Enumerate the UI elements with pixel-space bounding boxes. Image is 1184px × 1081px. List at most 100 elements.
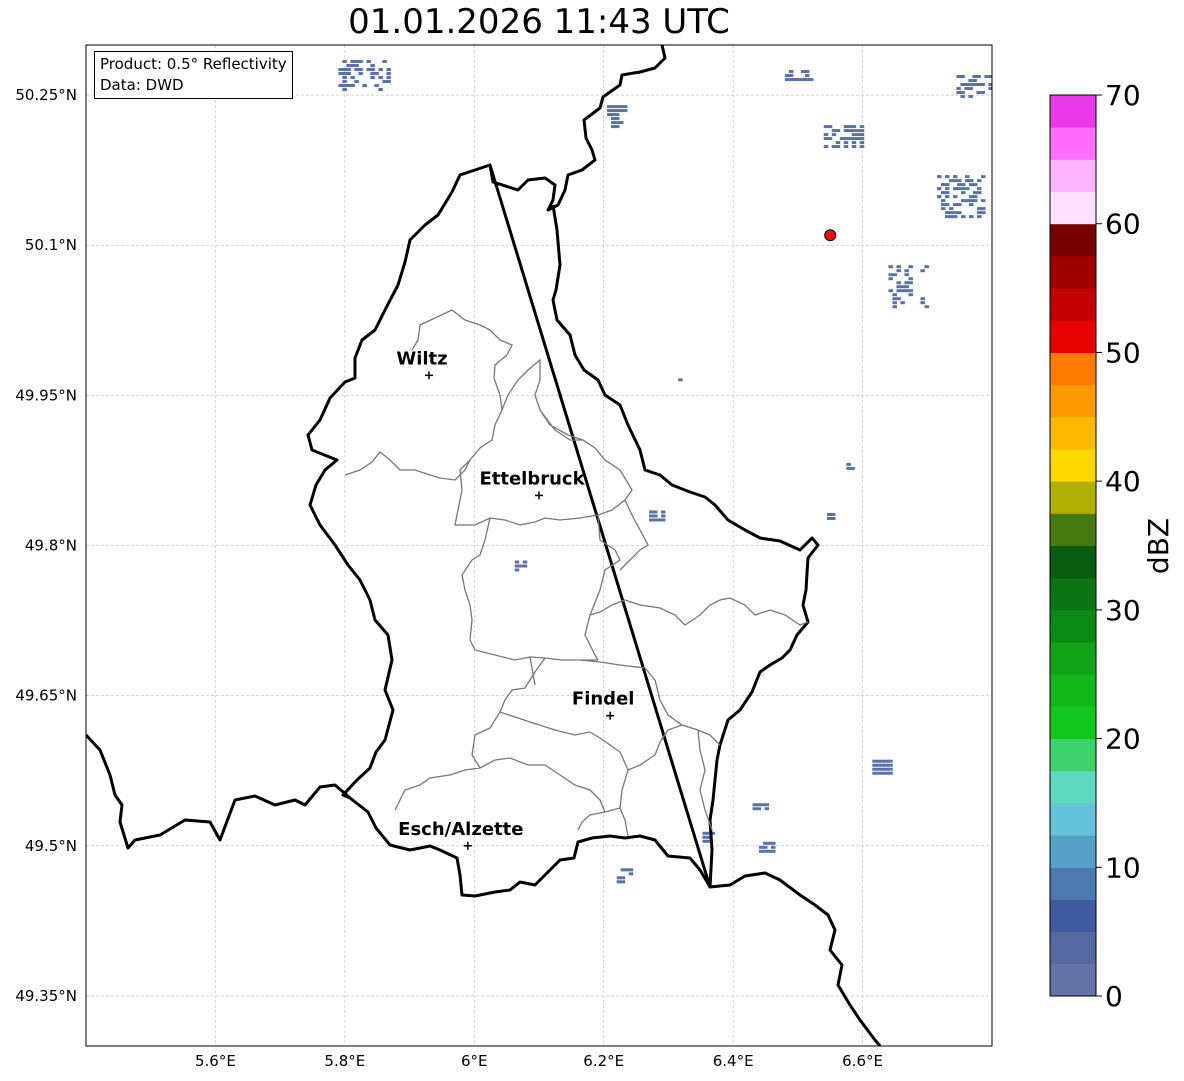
echo-pixel <box>847 125 853 129</box>
echo-pixel <box>924 305 929 309</box>
echo-pixel <box>823 133 829 137</box>
gridlines <box>86 45 992 1046</box>
echo-pixel <box>846 462 851 466</box>
echo-pixel <box>847 137 853 141</box>
echo-pixel <box>888 767 893 771</box>
colorbar-tick-label: 70 <box>1105 79 1141 112</box>
echo-pixel <box>800 70 806 74</box>
echo-pixel <box>936 187 942 191</box>
echo-pixel <box>338 84 343 88</box>
echo-pixel <box>370 64 375 68</box>
echo-pixel <box>880 763 885 767</box>
echo-pixel <box>342 60 347 64</box>
echo-pixel <box>386 68 391 72</box>
echo-pixel <box>968 215 974 219</box>
echo-pixel <box>843 137 849 141</box>
echo-pixel <box>920 269 925 273</box>
echo-pixel <box>752 807 758 811</box>
echo-pixel <box>960 95 965 99</box>
echo-pixel <box>972 199 978 203</box>
echo-pixel <box>624 868 630 872</box>
echo-pixel <box>956 75 961 79</box>
city-label: Esch/Alzette <box>398 819 523 840</box>
echo-pixel <box>920 297 925 301</box>
echo-pixel <box>952 179 958 183</box>
echo-pixel <box>859 141 865 145</box>
echo-pixel <box>968 95 973 99</box>
echo-pixel <box>960 187 966 191</box>
echo-pixel <box>904 269 909 273</box>
echo-pixel <box>831 133 837 137</box>
colorbar-segment <box>1050 577 1096 611</box>
echo-pixel <box>888 273 893 277</box>
echo-pixel <box>859 129 865 133</box>
echo-pixel <box>976 75 981 79</box>
echo-pixel <box>968 179 974 183</box>
echo-pixel <box>892 293 897 297</box>
echo-pixel <box>827 125 833 129</box>
echo-pixel <box>771 845 776 849</box>
echo-pixel <box>514 564 520 568</box>
echo-cluster <box>649 510 666 522</box>
echo-pixel <box>756 803 762 807</box>
echo-pixel <box>614 113 620 117</box>
echo-pixel <box>888 763 893 767</box>
echo-pixel <box>620 868 626 872</box>
colorbar-segment <box>1050 545 1096 579</box>
y-tick-label: 50.1°N <box>25 236 77 254</box>
colorbar-segment <box>1050 320 1096 353</box>
echo-pixel <box>839 137 845 141</box>
echo-pixel <box>616 876 622 880</box>
echo-pixel <box>859 125 865 129</box>
city-label: Ettelbruck <box>479 468 585 489</box>
y-tick-label: 50.25°N <box>15 86 77 104</box>
echo-pixel <box>378 76 383 80</box>
echo-pixel <box>859 133 865 137</box>
echo-pixel <box>956 203 962 207</box>
echo-pixel <box>976 91 981 95</box>
echo-cluster <box>678 378 683 382</box>
colorbar-tick-label: 10 <box>1105 851 1141 884</box>
echo-pixel <box>358 72 363 76</box>
echo-pixel <box>610 105 616 109</box>
echo-pixel <box>980 207 986 211</box>
colorbar-segment <box>1050 899 1096 933</box>
x-tick-label: 5.6°E <box>195 1052 236 1070</box>
echo-pixel <box>900 301 905 305</box>
echo-pixel <box>908 265 913 269</box>
echo-pixel <box>904 281 909 285</box>
echo-pixel <box>338 72 343 76</box>
echo-pixel <box>876 759 881 763</box>
echo-pixel <box>952 195 958 199</box>
echo-pixel <box>900 285 905 289</box>
echo-pixel <box>614 105 620 109</box>
data-source-label: Data: DWD <box>100 76 184 94</box>
echo-pixel <box>892 305 897 309</box>
echo-cluster <box>846 462 855 470</box>
echo-pixel <box>936 175 942 179</box>
echo-pixel <box>760 803 766 807</box>
echo-pixel <box>876 763 881 767</box>
echo-pixel <box>382 80 387 84</box>
echo-pixel <box>880 771 885 775</box>
echo-pixel <box>952 211 958 215</box>
colorbar-segment <box>1050 513 1096 546</box>
echo-pixel <box>350 60 355 64</box>
colorbar-segment <box>1050 159 1096 193</box>
radar-site-marker <box>824 229 837 242</box>
echo-pixel <box>342 72 347 76</box>
echo-pixel <box>804 70 810 74</box>
echo-pixel <box>884 759 889 763</box>
colorbar-segment <box>1050 867 1096 900</box>
echo-pixel <box>342 68 347 72</box>
echo-pixel <box>960 183 966 187</box>
echo-pixel <box>616 880 622 884</box>
echo-pixel <box>763 841 768 845</box>
echo-pixel <box>888 289 893 293</box>
echo-pixel <box>972 191 978 195</box>
axis-ticks: 5.6°E 5.8°E 6°E 6.2°E 6.4°E 6.6°E 50.25°N 50.1°… <box>15 86 883 1070</box>
echo-pixel <box>835 145 841 149</box>
echo-pixel <box>618 105 624 109</box>
echo-pixel <box>843 129 849 133</box>
echo-pixel <box>940 199 946 203</box>
